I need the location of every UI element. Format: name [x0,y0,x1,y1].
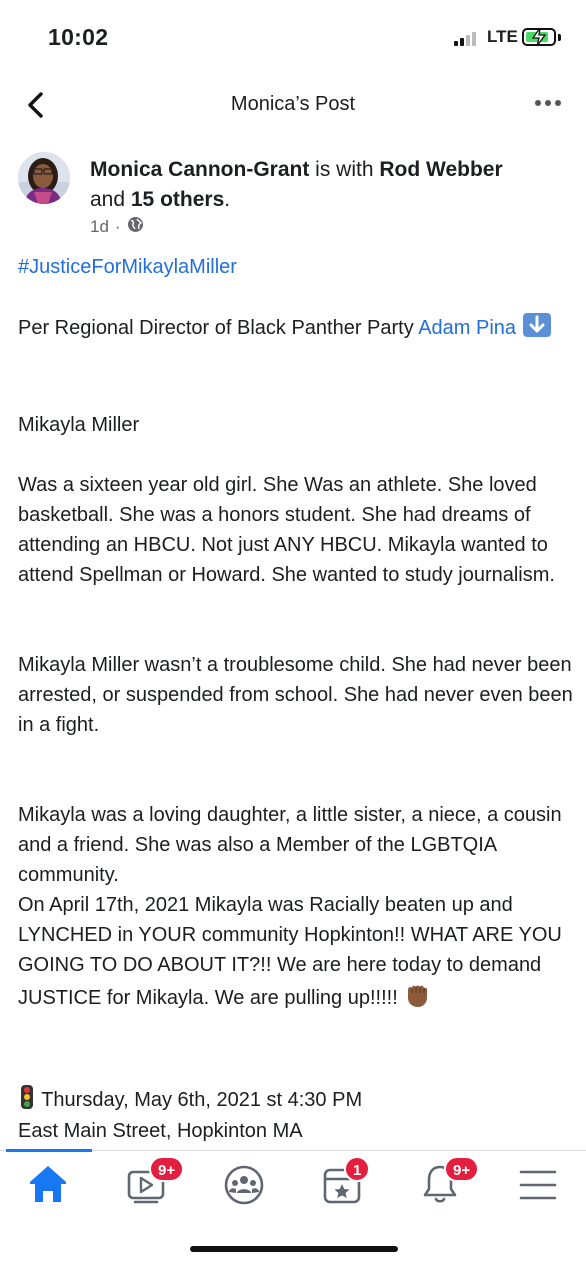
name-paragraph: Mikayla Miller [18,414,140,436]
cellular-signal-icon [454,30,480,46]
home-indicator[interactable] [190,1246,398,1252]
groups-icon [224,1165,264,1205]
battery-icon [522,27,556,47]
post-author-line: Monica Cannon-Grant is with Rod Webber an… [90,155,560,215]
traffic-light-icon [18,1084,36,1119]
character-paragraph: Mikayla Miller wasn’t a troublesome chil… [18,654,573,736]
battery-cap [558,34,561,41]
raised-fist-emoji-icon [403,980,431,1017]
event-place: East Main Street, Hopkinton MA [18,1120,303,1142]
tab-menu[interactable] [508,1158,568,1210]
meta-separator: · [114,217,121,236]
family-paragraph: Mikayla was a loving daughter, a little … [18,804,562,886]
tab-watch[interactable]: 9+ [115,1156,185,1210]
tab-groups[interactable] [214,1158,274,1210]
hashtag-paragraph: #JusticeForMikaylaMiller [18,252,574,282]
tagged-others[interactable]: 15 others [131,188,224,211]
event-date-line: Thursday, May 6th, 2021 st 4:30 PM [18,1084,574,1119]
avatar[interactable] [18,152,70,204]
and-text: and [90,188,131,211]
ellipsis-icon[interactable] [535,100,565,108]
mention-link[interactable]: Adam Pina [418,317,516,339]
call-to-action-text: On April 17th, 2021 Mikayla was Racially… [18,894,562,1009]
network-type: LTE [487,27,518,46]
tagged-user[interactable]: Rod Webber [379,158,502,181]
home-icon [30,1166,66,1202]
event-date: Thursday, May 6th, 2021 st 4:30 PM [41,1089,363,1111]
nav-bar: Monica’s Post [0,76,586,134]
post-meta: 1d · [90,216,144,238]
down-arrow-emoji-icon [522,312,552,347]
notifications-badge: 9+ [444,1156,480,1182]
status-time: 10:02 [48,24,109,50]
status-bar: 10:02 LTE [0,0,586,76]
globe-icon [127,216,144,238]
intro-text: Per Regional Director of Black Panther P… [18,317,419,339]
tab-notifications[interactable]: 9+ [410,1156,480,1210]
period-text: . [224,188,231,211]
tab-home[interactable] [18,1158,78,1210]
page-title: Monica’s Post [230,93,356,115]
active-tab-indicator [6,1149,92,1152]
call-to-action-paragraph: On April 17th, 2021 Mikayla was Racially… [18,890,574,1017]
author-name[interactable]: Monica Cannon-Grant [90,158,309,181]
with-text: is with [309,158,380,181]
intro-paragraph: Per Regional Director of Black Panther P… [18,312,574,347]
bio-paragraph: Was a sixteen year old girl. She Was an … [18,474,555,586]
hashtag-link[interactable]: #JusticeForMikaylaMiller [18,256,237,278]
tab-events[interactable]: 1 [312,1156,372,1210]
hamburger-menu-icon [519,1170,557,1200]
watch-badge: 9+ [149,1156,185,1182]
timestamp[interactable]: 1d [90,217,109,237]
